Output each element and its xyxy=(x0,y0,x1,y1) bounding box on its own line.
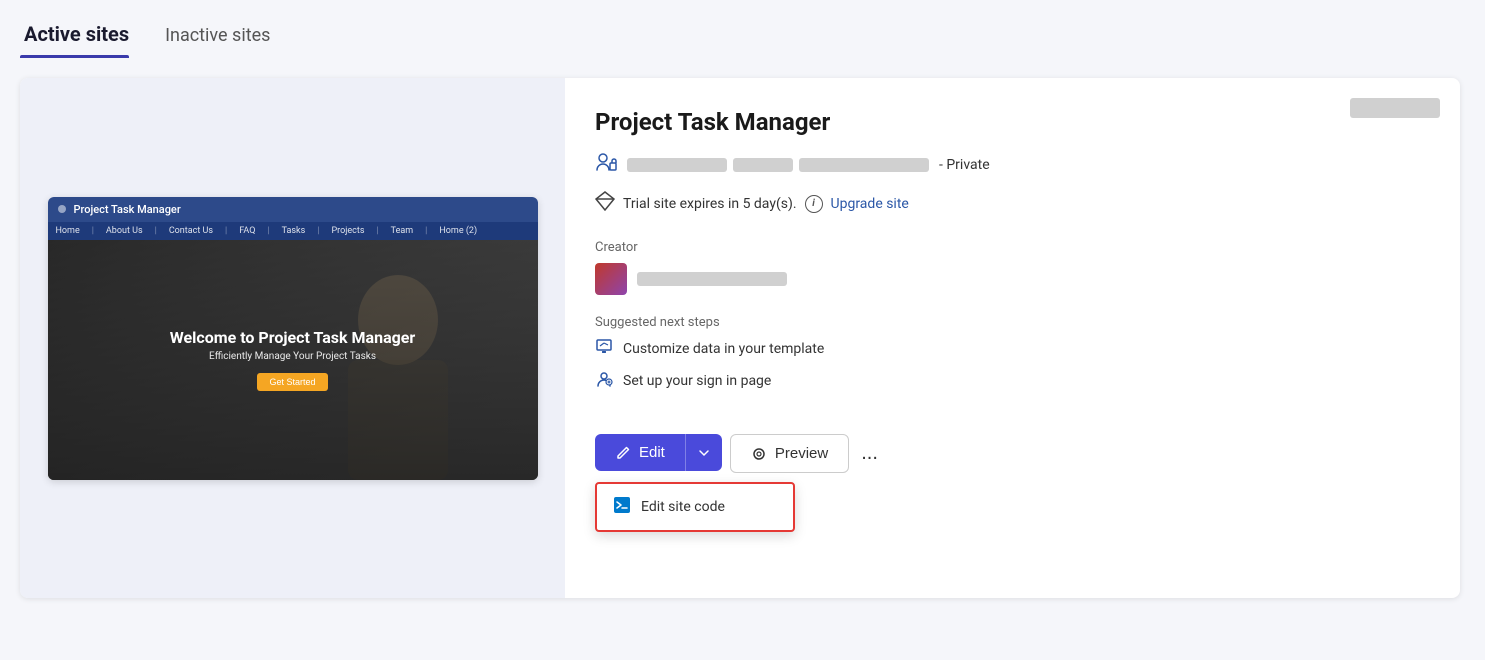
chevron-down-icon xyxy=(698,447,710,459)
vscode-icon xyxy=(613,496,631,518)
creator-section: Creator xyxy=(595,240,1430,295)
tabs-container: Active sites Inactive sites xyxy=(0,0,1485,58)
browser-nav: Home | About Us | Contact Us | FAQ | Tas… xyxy=(48,222,538,240)
creator-row xyxy=(595,263,1430,295)
site-detail-panel: Project Task Manager - Private xyxy=(565,78,1460,598)
upgrade-link[interactable]: Upgrade site xyxy=(831,196,909,212)
privacy-label: - Private xyxy=(939,157,990,173)
browser-hero-image: Welcome to Project Task Manager Efficien… xyxy=(48,240,538,480)
step-text-customize: Customize data in your template xyxy=(623,341,824,357)
preview-icon xyxy=(751,446,767,462)
tab-active-sites[interactable]: Active sites xyxy=(20,14,145,58)
nav-item-team: Team xyxy=(391,226,414,236)
browser-title: Project Task Manager xyxy=(74,203,181,216)
customize-icon xyxy=(595,338,613,360)
edit-dropdown-menu: Edit site code xyxy=(595,482,795,532)
top-right-info xyxy=(1350,98,1440,118)
next-step-signin[interactable]: Set up your sign in page xyxy=(595,370,1430,392)
actions-row: Edit xyxy=(595,434,1430,473)
preview-button[interactable]: Preview xyxy=(730,434,849,473)
tab-inactive-sites[interactable]: Inactive sites xyxy=(145,17,286,58)
privacy-blurred-info xyxy=(627,158,929,172)
nav-item-home: Home xyxy=(56,226,80,236)
creator-label: Creator xyxy=(595,240,1430,255)
edit-dropdown-toggle[interactable] xyxy=(685,434,722,471)
nav-item-contact: Contact Us xyxy=(169,226,213,236)
hero-text: Welcome to Project Task Manager Efficien… xyxy=(170,328,416,391)
trial-text: Trial site expires in 5 day(s). xyxy=(623,196,797,212)
diamond-icon xyxy=(595,191,615,216)
browser-mockup: Project Task Manager Home | About Us | C… xyxy=(48,197,538,480)
edit-button-group: Edit xyxy=(595,434,722,471)
trial-row: Trial site expires in 5 day(s). i Upgrad… xyxy=(595,191,1430,216)
creator-name-blurred xyxy=(637,272,787,286)
hero-cta-button[interactable]: Get Started xyxy=(257,373,327,391)
main-content: Project Task Manager Home | About Us | C… xyxy=(0,58,1485,618)
people-lock-icon xyxy=(595,152,617,177)
site-title: Project Task Manager xyxy=(595,108,1430,136)
nav-item-about: About Us xyxy=(106,226,143,236)
next-steps-section: Suggested next steps Customize data in y… xyxy=(595,315,1430,402)
browser-dot xyxy=(58,205,66,213)
nav-item-tasks: Tasks xyxy=(282,226,306,236)
step-text-signin: Set up your sign in page xyxy=(623,373,771,389)
privacy-row: - Private xyxy=(595,152,1430,177)
nav-item-home2: Home (2) xyxy=(439,226,477,236)
nav-item-projects: Projects xyxy=(331,226,364,236)
edit-site-code-label: Edit site code xyxy=(641,499,725,515)
more-options-button[interactable]: ... xyxy=(857,434,882,473)
next-steps-label: Suggested next steps xyxy=(595,315,1430,330)
browser-bar: Project Task Manager xyxy=(48,197,538,222)
edit-site-code-item[interactable]: Edit site code xyxy=(597,484,793,530)
site-card: Project Task Manager Home | About Us | C… xyxy=(20,78,1460,598)
signin-icon xyxy=(595,370,613,392)
edit-pen-icon xyxy=(615,445,631,461)
site-preview-panel: Project Task Manager Home | About Us | C… xyxy=(20,78,565,598)
creator-avatar xyxy=(595,263,627,295)
edit-button[interactable]: Edit xyxy=(595,434,685,471)
info-icon[interactable]: i xyxy=(805,195,823,213)
next-step-customize[interactable]: Customize data in your template xyxy=(595,338,1430,360)
nav-item-faq: FAQ xyxy=(239,226,255,236)
